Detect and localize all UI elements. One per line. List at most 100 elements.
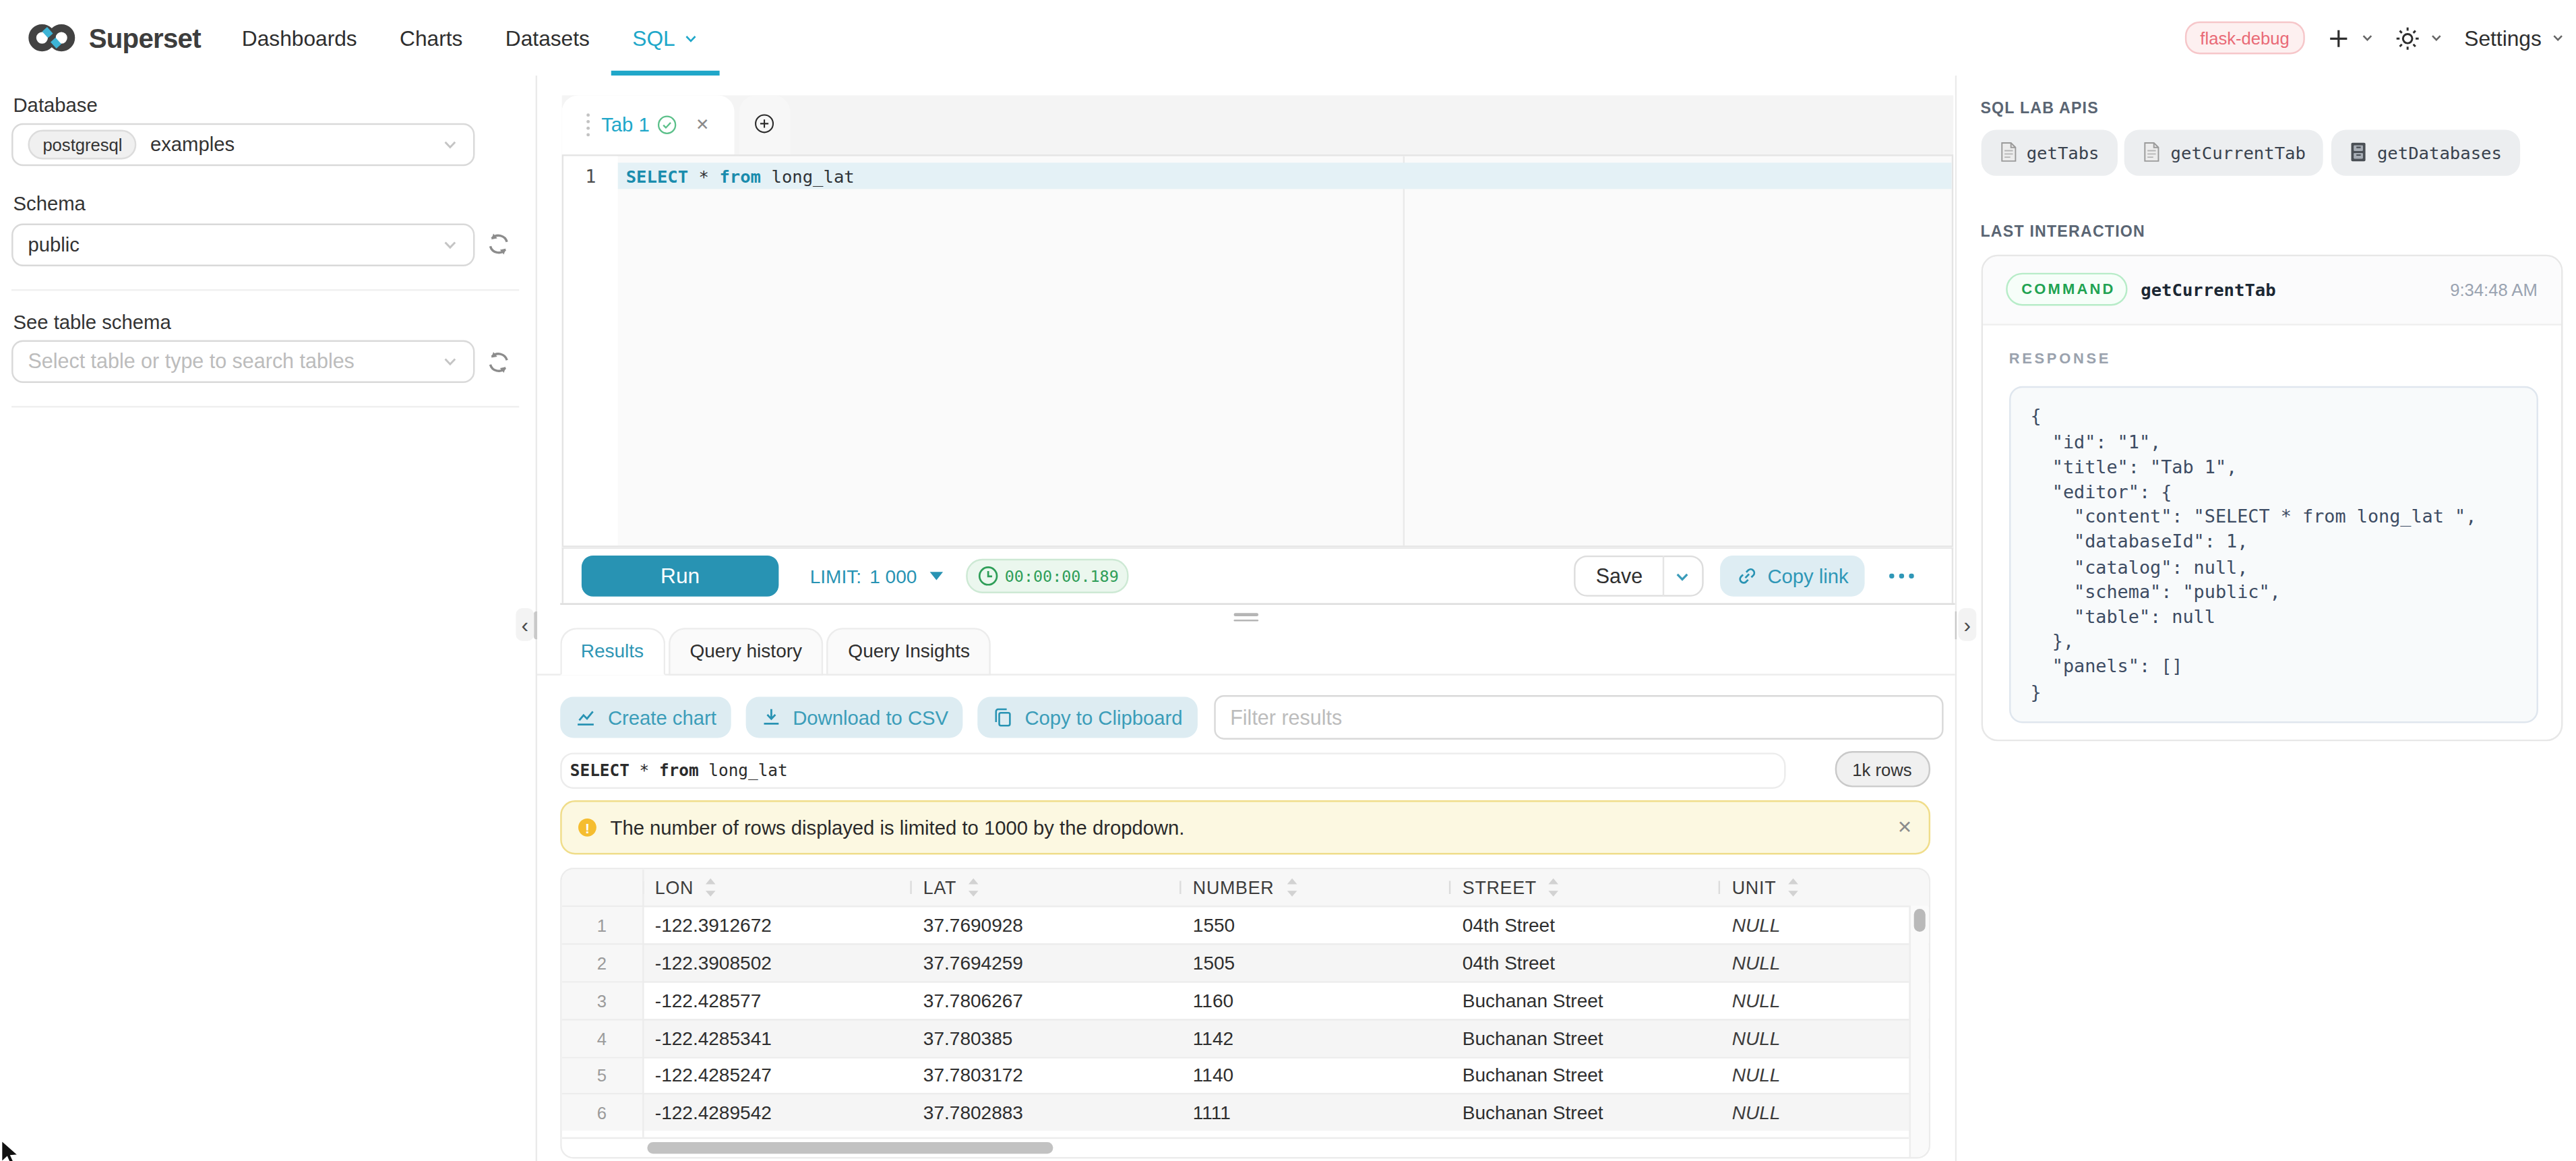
more-options-icon[interactable] — [1888, 567, 1915, 585]
command-badge: COMMAND — [2005, 273, 2127, 306]
document-icon — [1998, 142, 2017, 163]
database-select[interactable]: postgresql examples — [11, 123, 474, 166]
get-current-tab-button[interactable]: getCurrentTab — [2124, 129, 2323, 175]
nav-item-dashboards[interactable]: Dashboards — [220, 0, 378, 76]
column-header-street[interactable]: STREET — [1449, 870, 1719, 906]
column-header-number[interactable]: NUMBER — [1179, 870, 1449, 906]
download-csv-button[interactable]: Download to CSV — [745, 697, 963, 738]
brand[interactable]: Superset — [0, 22, 220, 55]
column-header-lon[interactable]: LON — [642, 870, 910, 906]
sql-code-line: SELECT * from long_lat — [626, 162, 855, 188]
sql-lab-api-panel: SQL LAB APIS getTabs getCurrentTab getDa… — [1957, 76, 2576, 1161]
main-nav: Dashboards Charts Datasets SQL — [220, 0, 719, 76]
theme-menu[interactable] — [2395, 26, 2443, 51]
editor-ruler — [1403, 155, 1405, 545]
refresh-icon[interactable] — [487, 349, 512, 374]
sql-code-editor[interactable]: 1 SELECT * from long_lat — [562, 154, 1954, 547]
results-actions: Create chart Download to CSV Copy to Cli… — [560, 697, 1943, 738]
chevron-down-icon — [442, 136, 458, 152]
file-cabinet-icon — [2350, 142, 2368, 163]
refresh-icon[interactable] — [487, 232, 512, 257]
chevron-down-icon — [2551, 31, 2565, 44]
close-tab-icon[interactable]: ✕ — [696, 115, 709, 133]
clock-icon — [977, 566, 998, 587]
nav-item-sql[interactable]: SQL — [611, 0, 720, 76]
editor-tab[interactable]: Tab 1 ✕ — [562, 94, 734, 154]
table-search-input[interactable] — [28, 350, 441, 373]
table-select[interactable] — [11, 340, 474, 383]
results-tabbar: Results Query history Query Insights — [537, 628, 1955, 674]
run-button[interactable]: Run — [582, 556, 779, 597]
sun-icon — [2395, 26, 2420, 51]
schema-label: Schema — [13, 192, 536, 215]
interaction-timestamp: 9:34:48 AM — [2450, 280, 2537, 299]
filter-results-input[interactable] — [1214, 695, 1944, 740]
last-interaction-card: COMMAND getCurrentTab 9:34:48 AM RESPONS… — [1980, 254, 2562, 741]
sort-icon[interactable] — [1787, 879, 1799, 898]
chevron-down-icon — [442, 353, 458, 369]
sort-icon[interactable] — [705, 879, 716, 898]
sort-icon[interactable] — [968, 879, 979, 898]
split-drag-handle[interactable] — [1234, 613, 1259, 621]
row-number: 1 — [562, 907, 642, 943]
header-gutter — [562, 870, 642, 906]
horizontal-scrollbar[interactable] — [562, 1138, 1909, 1157]
get-tabs-button[interactable]: getTabs — [1980, 129, 2117, 175]
tab-query-history[interactable]: Query history — [669, 628, 824, 674]
limit-dropdown[interactable]: LIMIT: 1 000 — [810, 566, 944, 586]
elapsed-time: 00:00:00.189 — [1005, 567, 1119, 585]
save-button[interactable]: Save — [1574, 556, 1703, 597]
column-header-unit[interactable]: UNIT — [1719, 870, 1929, 906]
interaction-card-header: COMMAND getCurrentTab 9:34:48 AM — [1982, 256, 2560, 325]
response-code-block: { "id": "1", "title": "Tab 1", "editor":… — [2009, 387, 2538, 723]
mouse-cursor — [0, 1141, 22, 1161]
executed-query-preview[interactable]: SELECT * from long_lat — [560, 752, 1785, 787]
editor-results-divider[interactable] — [560, 602, 1955, 605]
link-icon — [1736, 566, 1758, 587]
table-schema-label: See table schema — [13, 309, 536, 332]
table-row: 2 -122.3908502 37.7694259 1505 04th Stre… — [562, 944, 1930, 982]
editor-tab-title: Tab 1 — [601, 113, 650, 136]
chevron-down-icon[interactable] — [1662, 556, 1702, 597]
rows-limit-warning: ! The number of rows displayed is limite… — [560, 800, 1930, 856]
collapse-left-panel-button[interactable]: ‹ — [516, 608, 534, 641]
database-label: Database — [13, 93, 536, 116]
warning-icon: ! — [578, 818, 596, 837]
copy-icon — [992, 707, 1014, 728]
drag-handle-icon[interactable] — [586, 113, 590, 136]
schema-select[interactable]: public — [11, 222, 474, 265]
tab-results[interactable]: Results — [559, 628, 665, 674]
table-row: 5 -122.4285247 37.7803172 1140 Buchanan … — [562, 1056, 1930, 1094]
new-item-menu[interactable] — [2327, 26, 2374, 51]
sort-icon[interactable] — [1285, 879, 1297, 898]
results-table-header: LON LAT NUMBER STREET UNIT — [562, 870, 1930, 906]
get-databases-button[interactable]: getDatabases — [2331, 129, 2520, 175]
copy-link-button[interactable]: Copy link — [1720, 556, 1865, 597]
chart-icon — [575, 707, 596, 728]
chevron-down-icon — [683, 30, 698, 45]
copy-clipboard-button[interactable]: Copy to Clipboard — [977, 697, 1198, 738]
sqllab-sidebar: Database postgresql examples Schema publ… — [0, 76, 536, 1161]
expand-right-panel-button[interactable]: › — [1959, 608, 1977, 641]
settings-menu[interactable]: Settings — [2464, 26, 2565, 51]
chevron-down-icon — [2361, 31, 2374, 44]
tab-query-insights[interactable]: Query Insights — [827, 628, 991, 674]
row-number: 3 — [562, 983, 642, 1019]
nav-item-datasets[interactable]: Datasets — [484, 0, 611, 76]
superset-sql-lab: Superset Dashboards Charts Datasets SQL … — [0, 0, 2576, 1161]
editor-toolbar: Run LIMIT: 1 000 00:00:00.189 Save — [562, 547, 1954, 603]
nav-item-charts[interactable]: Charts — [378, 0, 484, 76]
sort-icon[interactable] — [1548, 879, 1560, 898]
results-table-body: 1 -122.3912672 37.7690928 1550 04th Stre… — [562, 906, 1930, 1131]
query-timer: 00:00:00.189 — [966, 559, 1129, 593]
api-buttons: getTabs getCurrentTab getDatabases — [1980, 129, 2519, 175]
close-warning-icon[interactable]: ✕ — [1897, 817, 1912, 839]
caret-down-icon — [930, 572, 944, 580]
database-name: examples — [150, 133, 235, 156]
editor-tabstrip: Tab 1 ✕ — [562, 94, 1954, 154]
superset-logo-icon — [25, 22, 79, 55]
column-header-lat[interactable]: LAT — [910, 870, 1179, 906]
new-tab-button[interactable] — [739, 94, 790, 154]
vertical-scrollbar[interactable] — [1913, 908, 1925, 932]
create-chart-button[interactable]: Create chart — [560, 697, 731, 738]
